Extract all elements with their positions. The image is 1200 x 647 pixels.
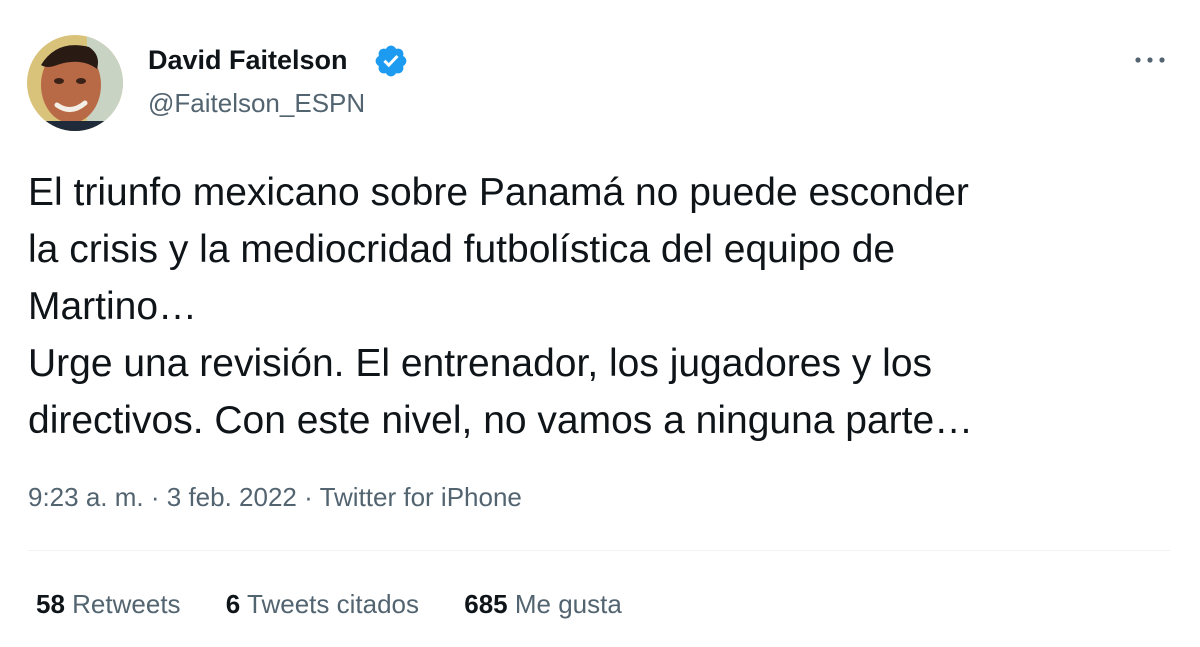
tweet-time[interactable]: 9:23 a. m. [28, 482, 144, 512]
tweet-source[interactable]: Twitter for iPhone [320, 482, 522, 512]
likes-count: 685 [464, 589, 508, 619]
verified-badge-icon [375, 45, 407, 77]
tweet-metadata: 9:23 a. m. · 3 feb. 2022 · Twitter for i… [28, 479, 522, 515]
author-display-name[interactable]: David Faitelson [148, 44, 348, 76]
tweet-text-line: Urge una revisión. El entrenador, los ju… [28, 342, 933, 385]
meta-separator: · [150, 482, 160, 512]
tweet-text-line: El triunfo mexicano sobre Panamá no pued… [28, 171, 969, 214]
author-avatar[interactable] [27, 35, 123, 131]
quote-tweets-count: 6 [225, 589, 241, 619]
retweets-stat[interactable]: 58 Retweets [36, 586, 181, 622]
tweet-date[interactable]: 3 feb. 2022 [167, 482, 297, 512]
meta-separator: · [304, 482, 313, 512]
divider [28, 550, 1170, 551]
tweet-stats: 58 Retweets 6 Tweets citados 685 Me gust… [36, 586, 660, 622]
quote-tweets-label: Tweets citados [247, 589, 419, 619]
retweets-count: 58 [36, 589, 65, 619]
retweets-label: Retweets [72, 589, 181, 619]
tweet-text-line: directivos. Con este nivel, no vamos a n… [28, 399, 974, 442]
quote-tweets-stat[interactable]: 6 Tweets citados [226, 586, 419, 622]
avatar-photo [27, 35, 123, 131]
tweet-text-line: la crisis y la mediocridad futbolística … [28, 228, 896, 271]
tweet-text-line: Martino… [28, 285, 198, 328]
likes-label: Me gusta [514, 589, 622, 619]
tweet-text: El triunfo mexicano sobre Panamá no pued… [28, 164, 1178, 449]
more-options-icon[interactable] [1130, 44, 1170, 76]
likes-stat[interactable]: 685 Me gusta [464, 586, 622, 622]
author-handle[interactable]: @Faitelson_ESPN [148, 87, 365, 119]
tweet-card: David Faitelson @Faitelson_ESPN El triun… [0, 0, 1200, 647]
